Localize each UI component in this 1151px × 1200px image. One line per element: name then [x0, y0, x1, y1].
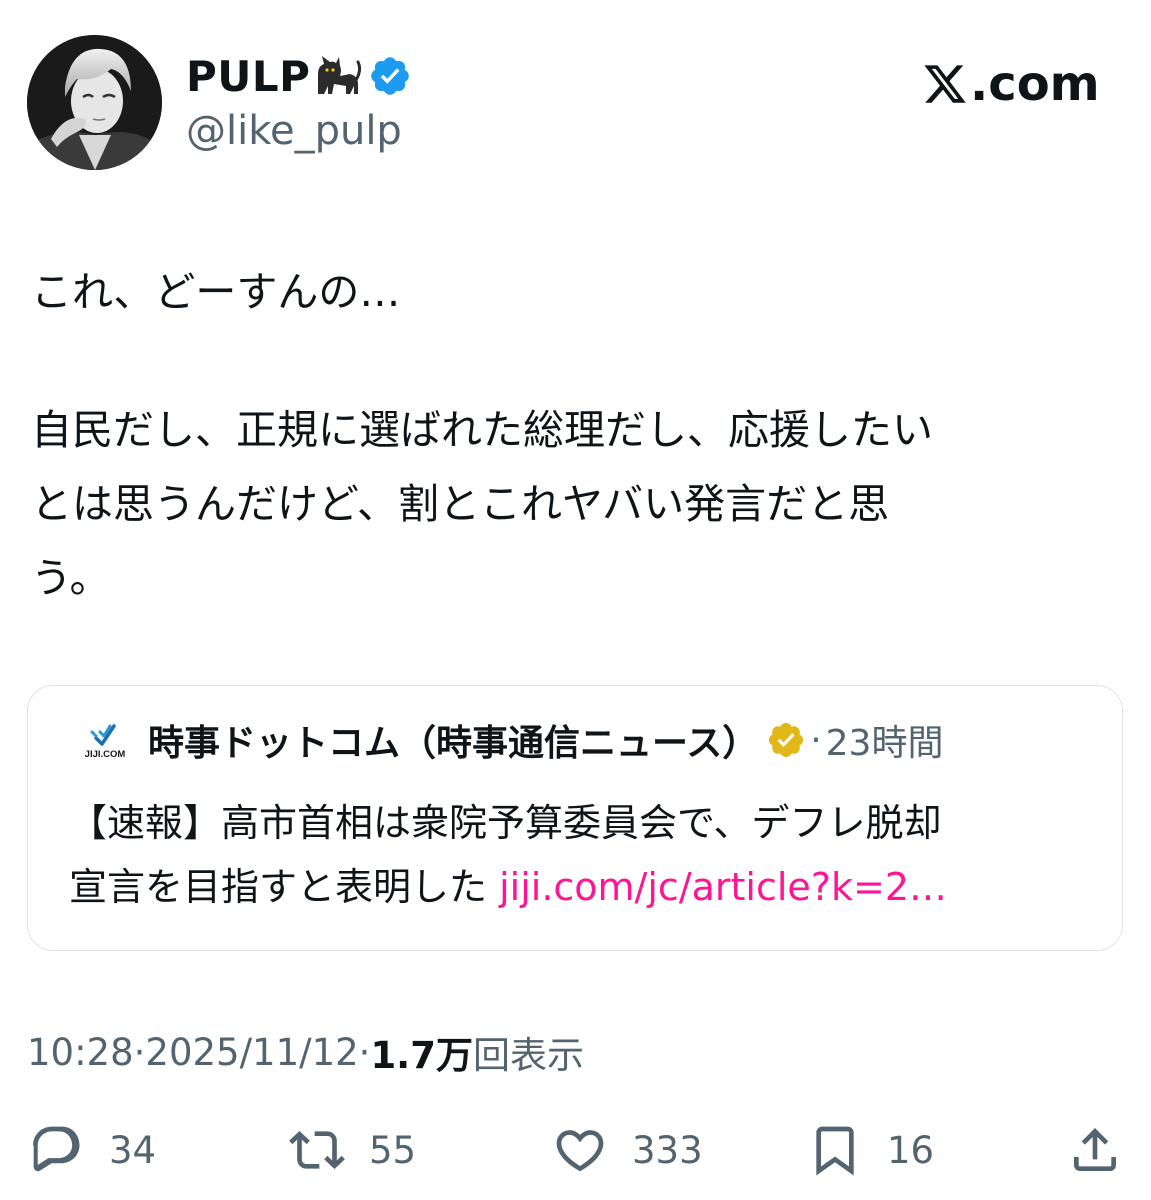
tweet-line: 自民だし、正規に選ばれた総理だし、応援したい — [31, 406, 933, 454]
tweet-paragraph-gap — [31, 329, 1121, 393]
x-com-text: .com — [970, 56, 1100, 112]
reply-button[interactable]: 34 — [29, 1122, 156, 1178]
jiji-logo-text: JIJI.COM — [85, 749, 126, 760]
jiji-com-logo[interactable]: JIJI.COM — [76, 720, 134, 760]
share-button[interactable] — [1067, 1122, 1123, 1178]
quoted-text-line: 【速報】高市首相は衆院予算委員会で、デフレ脱却 — [69, 801, 942, 845]
reply-icon — [33, 1126, 80, 1172]
quoted-text-line: 宣言を目指すと表明した jiji.com/jc/article?k=2… — [69, 855, 1089, 919]
retweet-button[interactable]: 55 — [289, 1122, 416, 1178]
tweet-line: う。 — [31, 554, 111, 602]
meta-separator: · — [358, 1030, 371, 1074]
tweet-date[interactable]: 2025/11/12 — [145, 1031, 358, 1074]
like-count: 333 — [632, 1128, 703, 1172]
quoted-text-segment: 宣言を目指すと表明した — [69, 865, 500, 909]
gold-verified-badge-icon[interactable] — [766, 720, 806, 760]
verified-badge-icon[interactable] — [368, 54, 412, 98]
retweet-count: 55 — [369, 1128, 417, 1172]
black-cat-emoji-icon — [318, 56, 362, 94]
share-icon — [1074, 1128, 1116, 1171]
x-logo-icon — [924, 65, 966, 103]
reply-count: 34 — [109, 1128, 157, 1172]
heart-icon — [556, 1130, 604, 1172]
quoted-tweet-card[interactable]: JIJI.COM 時事ドットコム（時事通信ニュース） · 23時間 【速報】高市… — [27, 685, 1123, 951]
retweet-icon — [289, 1131, 345, 1169]
meta-separator: · — [133, 1030, 146, 1074]
view-count[interactable]: 1.7万 — [370, 1025, 473, 1079]
x-com-brand: .com — [922, 54, 1100, 114]
tweet-meta: 10:28 · 2025/11/12 · 1.7万 回表示 — [27, 1024, 584, 1080]
avatar[interactable] — [27, 35, 162, 170]
view-count-label: 回表示 — [472, 1034, 584, 1077]
like-button[interactable]: 333 — [552, 1122, 703, 1178]
author-handle[interactable]: @like_pulp — [186, 108, 402, 154]
article-link[interactable]: jiji.com/jc/article?k=2… — [499, 865, 947, 909]
tweet-time[interactable]: 10:28 — [27, 1031, 134, 1074]
author-name-row[interactable]: PULP — [186, 46, 412, 106]
tweet-line: これ、どーすんの… — [31, 268, 401, 316]
quoted-author-name[interactable]: 時事ドットコム（時事通信ニュース） — [148, 714, 758, 766]
quoted-separator: · — [810, 719, 822, 761]
quoted-tweet-text: 【速報】高市首相は衆院予算委員会で、デフレ脱却 宣言を目指すと表明した jiji… — [69, 791, 1089, 919]
quoted-timestamp[interactable]: 23時間 — [826, 714, 944, 766]
bookmark-button[interactable]: 16 — [807, 1122, 934, 1178]
bookmark-icon — [816, 1126, 854, 1176]
quoted-tweet-header: JIJI.COM 時事ドットコム（時事通信ニュース） · 23時間 — [76, 714, 944, 766]
display-name[interactable]: PULP — [186, 52, 310, 101]
bookmark-count: 16 — [887, 1128, 935, 1172]
tweet-line: とは思うんだけど、割とこれヤバい発言だと思 — [31, 480, 890, 528]
tweet-text: これ、どーすんの… 自民だし、正規に選ばれた総理だし、応援したい とは思うんだけ… — [31, 255, 1121, 615]
avatar-image — [27, 35, 162, 170]
